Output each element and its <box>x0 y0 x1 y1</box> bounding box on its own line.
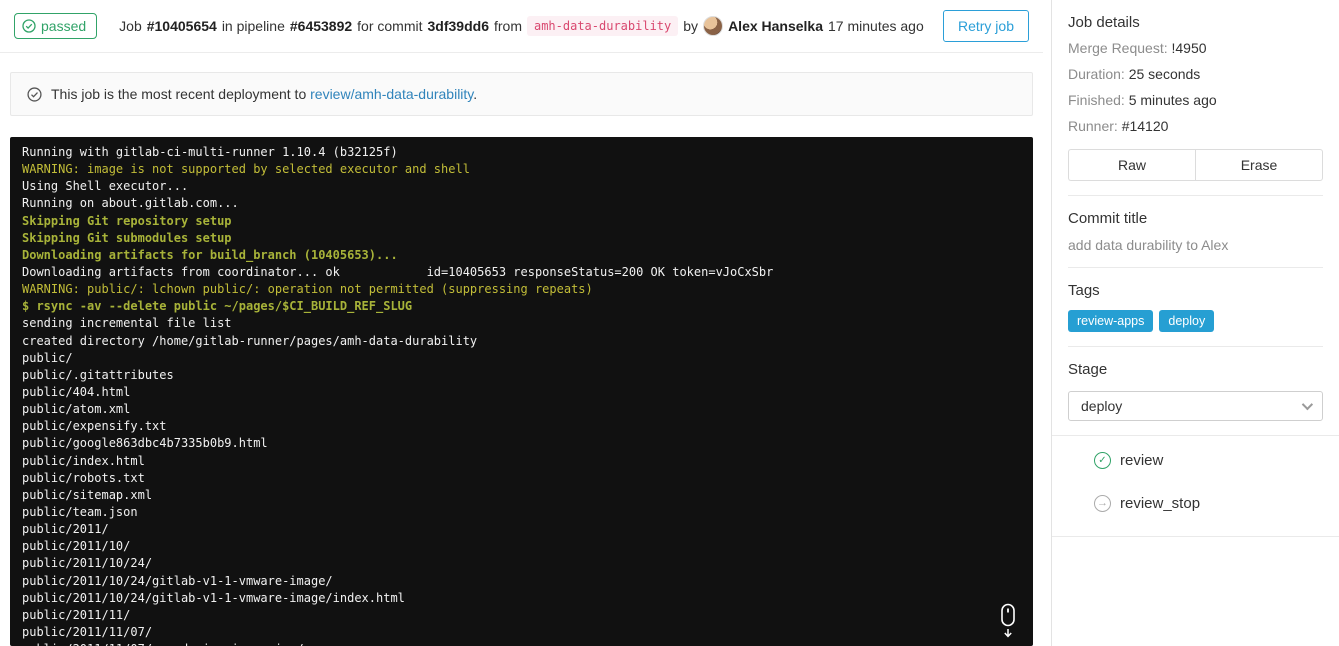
log-line: public/ <box>22 350 73 365</box>
log-line: WARNING: public/: lchown public/: operat… <box>22 282 593 297</box>
log-line: public/atom.xml <box>22 402 131 417</box>
log-line: public/index.html <box>22 453 145 468</box>
job-word: Job <box>119 18 142 34</box>
deployment-notice: This job is the most recent deployment t… <box>10 72 1033 116</box>
status-passed-icon <box>1094 452 1111 469</box>
build-item[interactable]: review <box>1052 436 1339 479</box>
by-word: by <box>683 18 699 34</box>
log-line: public/2011/10/ <box>22 539 131 554</box>
trace-actions: Raw Erase <box>1068 149 1323 181</box>
detail-label: Finished: <box>1068 92 1125 108</box>
avatar[interactable] <box>703 16 724 36</box>
build-name: review_stop <box>1120 495 1201 512</box>
build-trace-log[interactable]: Running with gitlab-ci-multi-runner 1.10… <box>10 137 1033 646</box>
log-line: public/404.html <box>22 384 131 399</box>
tag-badge[interactable]: deploy <box>1159 310 1215 332</box>
detail-value: 5 minutes ago <box>1128 92 1217 108</box>
for-commit-word: for commit <box>357 18 423 34</box>
log-line: public/2011/11/ <box>22 607 131 622</box>
log-line: WARNING: image is not supported by selec… <box>22 162 470 177</box>
detail-label: Duration: <box>1068 66 1125 82</box>
log-line: public/sitemap.xml <box>22 487 153 502</box>
time-ago: 17 minutes ago <box>828 18 924 34</box>
log-line: public/2011/11/07/ <box>22 624 153 639</box>
job-page-main: passed Job #10405654 in pipeline #645389… <box>0 0 1043 646</box>
job-detail-row: Merge Request: !4950 <box>1052 35 1339 61</box>
log-line: public/team.json <box>22 504 138 519</box>
log-line: public/2011/ <box>22 522 109 537</box>
log-line: public/.gitattributes <box>22 367 174 382</box>
log-line: Running on about.gitlab.com... <box>22 196 239 211</box>
detail-label: Merge Request: <box>1068 40 1168 56</box>
pipeline-id-link[interactable]: #6453892 <box>290 18 352 34</box>
retry-job-button[interactable]: Retry job <box>942 10 1029 42</box>
status-manual-icon <box>1094 495 1111 512</box>
log-line: Using Shell executor... <box>22 179 189 194</box>
erase-button[interactable]: Erase <box>1195 149 1323 181</box>
log-line: public/expensify.txt <box>22 419 167 434</box>
check-circle-icon <box>22 19 36 33</box>
log-line: Skipping Git submodules setup <box>22 230 232 245</box>
log-line: created directory /home/gitlab-runner/pa… <box>22 333 478 348</box>
log-line: public/google863dbc4b7335b0b9.html <box>22 436 268 451</box>
scroll-to-bottom-button[interactable] <box>997 603 1019 642</box>
chevron-down-icon <box>1301 398 1314 411</box>
detail-label: Runner: <box>1068 118 1118 134</box>
status-badge[interactable]: passed <box>14 13 98 39</box>
log-line: Downloading artifacts for build_branch (… <box>22 247 398 262</box>
log-line: Running with gitlab-ci-multi-runner 1.10… <box>22 145 398 159</box>
divider <box>1052 536 1339 537</box>
tags-list: review-apps deploy <box>1052 299 1339 332</box>
detail-value: 25 seconds <box>1128 66 1201 82</box>
stage-select[interactable]: deploy <box>1068 391 1323 421</box>
author-name[interactable]: Alex Hanselka <box>728 18 823 34</box>
tags-heading: Tags <box>1068 282 1100 299</box>
job-detail-row: Finished: 5 minutes ago <box>1052 87 1339 113</box>
branch-ref-badge[interactable]: amh-data-durability <box>526 16 679 36</box>
from-word: from <box>493 18 522 34</box>
commit-sha-link[interactable]: 3df39dd6 <box>428 18 489 34</box>
stage-heading: Stage <box>1068 361 1108 378</box>
stage-builds-list: review review_stop <box>1052 436 1339 522</box>
log-line: Downloading artifacts from coordinator..… <box>22 264 774 279</box>
detail-value: #14120 <box>1121 118 1169 134</box>
notice-text: This job is the most recent deployment t… <box>51 86 478 102</box>
status-label: passed <box>41 18 87 34</box>
job-sidebar: Job details Merge Request: !4950 Duratio… <box>1051 0 1339 646</box>
log-line: sending incremental file list <box>22 316 232 331</box>
log-line: Skipping Git repository setup <box>22 213 232 228</box>
sidebar-title: Job details <box>1068 14 1140 31</box>
check-circle-icon <box>27 86 42 102</box>
job-id: #10405654 <box>146 18 217 34</box>
build-name: review <box>1120 452 1164 469</box>
stage-selected-value: deploy <box>1081 398 1123 414</box>
log-line: public/2011/10/24/gitlab-v1-1-vmware-ima… <box>22 573 333 588</box>
commit-title-heading: Commit title <box>1068 210 1148 227</box>
job-summary: Job #10405654 in pipeline #6453892 for c… <box>119 16 924 36</box>
build-item[interactable]: review_stop <box>1052 479 1339 522</box>
log-line: public/robots.txt <box>22 470 145 485</box>
log-line: $ rsync -av --delete public ~/pages/$CI_… <box>22 299 413 314</box>
environment-link[interactable]: review/amh-data-durability <box>310 86 473 102</box>
job-detail-row: Duration: 25 seconds <box>1052 61 1339 87</box>
mouse-scroll-down-icon <box>1001 603 1015 638</box>
log-line: public/2011/11/07/new-design-is-coming/ <box>22 641 1021 646</box>
log-line: public/2011/10/24/ <box>22 556 153 571</box>
raw-button[interactable]: Raw <box>1068 149 1195 181</box>
log-line: public/2011/10/24/gitlab-v1-1-vmware-ima… <box>22 590 405 605</box>
job-header: passed Job #10405654 in pipeline #645389… <box>0 0 1043 53</box>
in-pipeline-word: in pipeline <box>221 18 285 34</box>
commit-title-text: add data durability to Alex <box>1068 237 1229 253</box>
job-detail-row: Runner: #14120 <box>1052 113 1339 139</box>
detail-value: !4950 <box>1171 40 1207 56</box>
tag-badge[interactable]: review-apps <box>1068 310 1154 332</box>
